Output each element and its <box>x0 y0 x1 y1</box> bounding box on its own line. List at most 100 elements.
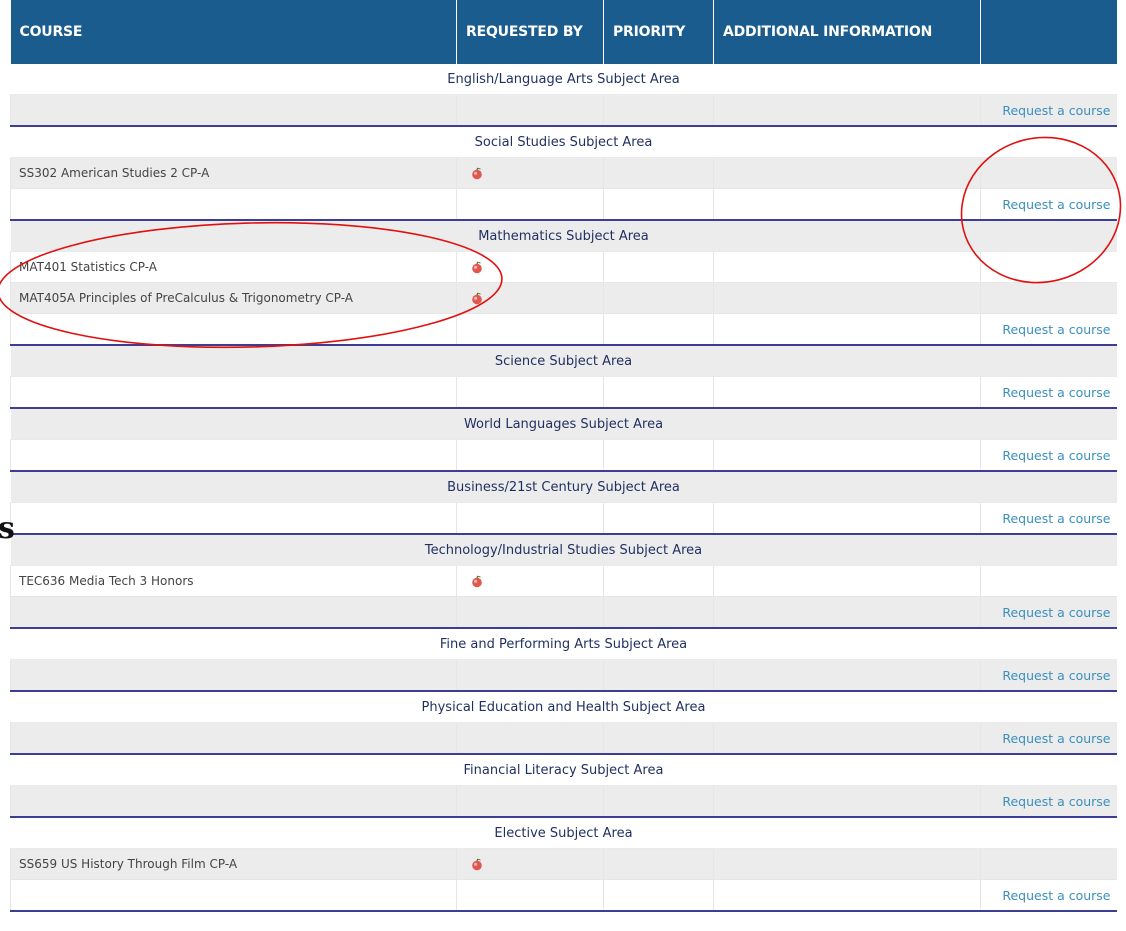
request-course-link[interactable]: Request a course <box>980 879 1117 912</box>
subject-area-title: English/Language Arts Subject Area <box>10 64 1117 95</box>
subject-area-row: English/Language Arts Subject Area <box>10 64 1117 95</box>
priority-cell <box>603 565 714 597</box>
empty-cell <box>603 313 714 346</box>
course-name: TEC636 Media Tech 3 Honors <box>10 565 457 597</box>
additional-info-cell <box>713 565 981 597</box>
empty-cell <box>713 879 981 912</box>
request-course-link[interactable]: Request a course <box>980 313 1117 346</box>
subject-area-title: Mathematics Subject Area <box>10 220 1117 252</box>
empty-cell <box>10 94 457 127</box>
empty-cell <box>603 376 714 409</box>
empty-cell <box>603 879 714 912</box>
empty-cell <box>713 376 981 409</box>
empty-cell <box>603 722 714 755</box>
subject-area-title: Fine and Performing Arts Subject Area <box>10 628 1117 660</box>
empty-cell <box>456 94 604 127</box>
requested-by-cell <box>456 251 604 283</box>
empty-cell <box>10 879 457 912</box>
additional-info-cell <box>713 157 981 189</box>
empty-cell <box>456 722 604 755</box>
table-header-row: COURSE REQUESTED BY PRIORITY ADDITIONAL INF… <box>10 0 1117 64</box>
request-row: Request a course <box>10 502 1117 535</box>
subject-area-row: Business/21st Century Subject Area <box>10 471 1117 503</box>
empty-cell <box>456 785 604 818</box>
empty-cell <box>10 439 457 472</box>
action-cell <box>980 251 1117 283</box>
empty-cell <box>456 439 604 472</box>
course-name: SS659 US History Through Film CP-A <box>10 848 457 880</box>
empty-cell <box>456 502 604 535</box>
subject-area-row: Elective Subject Area <box>10 817 1117 849</box>
course-name: SS302 American Studies 2 CP-A <box>10 157 457 189</box>
request-course-link[interactable]: Request a course <box>980 439 1117 472</box>
apple-icon <box>471 575 483 588</box>
column-header-2: REQUESTED BY <box>456 0 604 64</box>
apple-icon <box>471 858 483 871</box>
request-course-link[interactable]: Request a course <box>980 659 1117 692</box>
empty-cell <box>603 188 714 221</box>
request-course-link[interactable]: Request a course <box>980 94 1117 127</box>
subject-area-title: Social Studies Subject Area <box>10 126 1117 158</box>
additional-info-cell <box>713 282 981 314</box>
subject-area-row: Science Subject Area <box>10 345 1117 377</box>
empty-cell <box>603 659 714 692</box>
subject-area-row: Social Studies Subject Area <box>10 126 1117 158</box>
empty-cell <box>713 596 981 629</box>
action-cell <box>980 848 1117 880</box>
course-name: MAT405A Principles of PreCalculus & Trig… <box>10 282 457 314</box>
subject-area-row: Technology/Industrial Studies Subject Ar… <box>10 534 1117 566</box>
empty-cell <box>603 785 714 818</box>
subject-area-row: Financial Literacy Subject Area <box>10 754 1117 786</box>
empty-cell <box>10 722 457 755</box>
empty-cell <box>603 502 714 535</box>
request-course-link[interactable]: Request a course <box>980 376 1117 409</box>
request-row: Request a course <box>10 659 1117 692</box>
course-row: SS659 US History Through Film CP-A <box>10 848 1117 880</box>
empty-cell <box>713 659 981 692</box>
empty-cell <box>713 313 981 346</box>
subject-area-title: World Languages Subject Area <box>10 408 1117 440</box>
column-header-4: ADDITIONAL INFORMATION <box>713 0 981 64</box>
request-course-link[interactable]: Request a course <box>980 502 1117 535</box>
empty-cell <box>10 659 457 692</box>
subject-area-title: Physical Education and Health Subject Ar… <box>10 691 1117 723</box>
requested-by-cell <box>456 282 604 314</box>
priority-cell <box>603 251 714 283</box>
empty-cell <box>456 188 604 221</box>
request-row: Request a course <box>10 879 1117 912</box>
course-row: MAT401 Statistics CP-A <box>10 251 1117 283</box>
column-header-5 <box>980 0 1117 64</box>
subject-area-row: Fine and Performing Arts Subject Area <box>10 628 1117 660</box>
subject-area-title: Science Subject Area <box>10 345 1117 377</box>
request-course-link[interactable]: Request a course <box>980 785 1117 818</box>
request-row: Request a course <box>10 313 1117 346</box>
stray-text-fragment: s <box>0 511 15 546</box>
request-course-link[interactable]: Request a course <box>980 188 1117 221</box>
empty-cell <box>10 376 457 409</box>
request-row: Request a course <box>10 94 1117 127</box>
empty-cell <box>713 502 981 535</box>
action-cell <box>980 282 1117 314</box>
empty-cell <box>713 785 981 818</box>
additional-info-cell <box>713 848 981 880</box>
subject-area-title: Elective Subject Area <box>10 817 1117 849</box>
request-course-link[interactable]: Request a course <box>980 722 1117 755</box>
request-row: Request a course <box>10 439 1117 472</box>
empty-cell <box>603 439 714 472</box>
requested-by-cell <box>456 848 604 880</box>
request-course-link[interactable]: Request a course <box>980 596 1117 629</box>
subject-area-title: Financial Literacy Subject Area <box>10 754 1117 786</box>
subject-area-title: Technology/Industrial Studies Subject Ar… <box>10 534 1117 566</box>
apple-icon <box>471 292 483 305</box>
empty-cell <box>456 596 604 629</box>
subject-area-row: Mathematics Subject Area <box>10 220 1117 252</box>
empty-cell <box>10 502 457 535</box>
request-row: Request a course <box>10 188 1117 221</box>
subject-area-title: Business/21st Century Subject Area <box>10 471 1117 503</box>
subject-area-row: World Languages Subject Area <box>10 408 1117 440</box>
request-row: Request a course <box>10 722 1117 755</box>
empty-cell <box>10 596 457 629</box>
column-header-3: PRIORITY <box>603 0 714 64</box>
empty-cell <box>456 659 604 692</box>
empty-cell <box>713 188 981 221</box>
